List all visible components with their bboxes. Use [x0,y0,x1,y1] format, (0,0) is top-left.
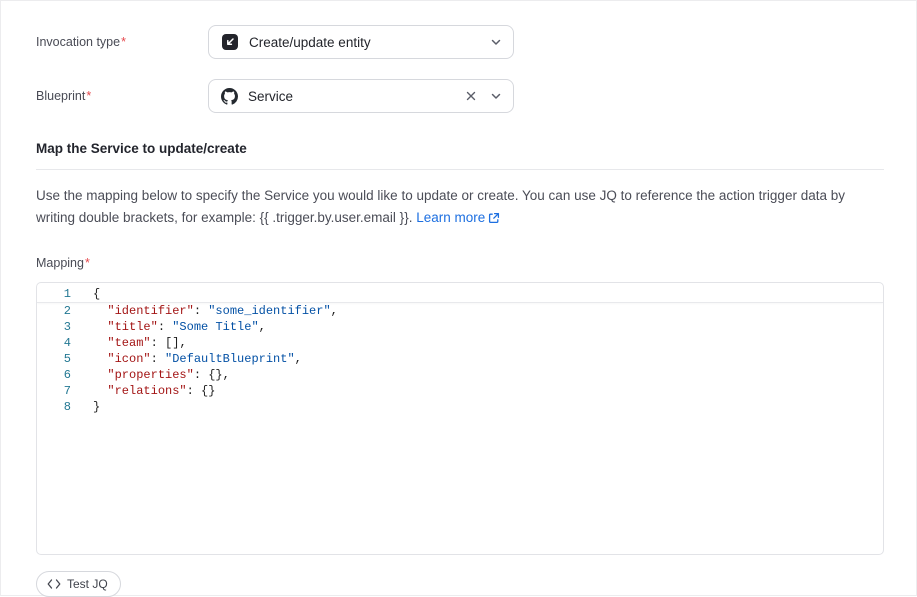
section-description: Use the mapping below to specify the Ser… [36,185,886,229]
blueprint-select[interactable]: Service [208,79,514,113]
invocation-type-label: Invocation type* [36,35,208,49]
divider [36,169,884,170]
entity-upsert-icon [221,33,239,51]
code-line[interactable]: 2 "identifier": "some_identifier", [37,303,883,319]
code-line[interactable]: 5 "icon": "DefaultBlueprint", [37,351,883,367]
code-line[interactable]: 3 "title": "Some Title", [37,319,883,335]
section-title: Map the Service to update/create [36,141,882,156]
external-link-icon [488,212,500,224]
blueprint-field: Blueprint* Service [36,79,882,113]
code-line[interactable]: 6 "properties": {}, [37,367,883,383]
line-number: 1 [37,286,71,302]
blueprint-value: Service [248,89,453,104]
blueprint-label: Blueprint* [36,89,208,103]
required-asterisk: * [85,256,90,270]
code-line[interactable]: 1{ [37,286,883,303]
line-number: 8 [37,399,71,415]
clear-selection-icon[interactable] [463,88,479,104]
required-asterisk: * [121,35,126,49]
chevron-down-icon [489,89,503,103]
test-jq-button[interactable]: Test JQ [36,571,121,597]
line-number: 7 [37,383,71,399]
chevron-down-icon [489,35,503,49]
invocation-type-value: Create/update entity [249,35,479,50]
action-mapping-form: Invocation type* Create/update entity Bl… [0,0,917,596]
line-number: 5 [37,351,71,367]
line-number: 3 [37,319,71,335]
code-brackets-icon [47,579,61,589]
code-line[interactable]: 8} [37,399,883,415]
line-number: 2 [37,303,71,319]
invocation-type-select[interactable]: Create/update entity [208,25,514,59]
code-line[interactable]: 7 "relations": {} [37,383,883,399]
code-editor[interactable]: 1{2 "identifier": "some_identifier",3 "t… [36,282,884,555]
mapping-label: Mapping* [36,256,882,270]
code-line[interactable]: 4 "team": [], [37,335,883,351]
github-icon [221,88,238,105]
invocation-type-field: Invocation type* Create/update entity [36,25,882,59]
required-asterisk: * [86,89,91,103]
test-jq-label: Test JQ [67,577,108,591]
learn-more-link[interactable]: Learn more [416,210,500,225]
line-number: 4 [37,335,71,351]
line-number: 6 [37,367,71,383]
